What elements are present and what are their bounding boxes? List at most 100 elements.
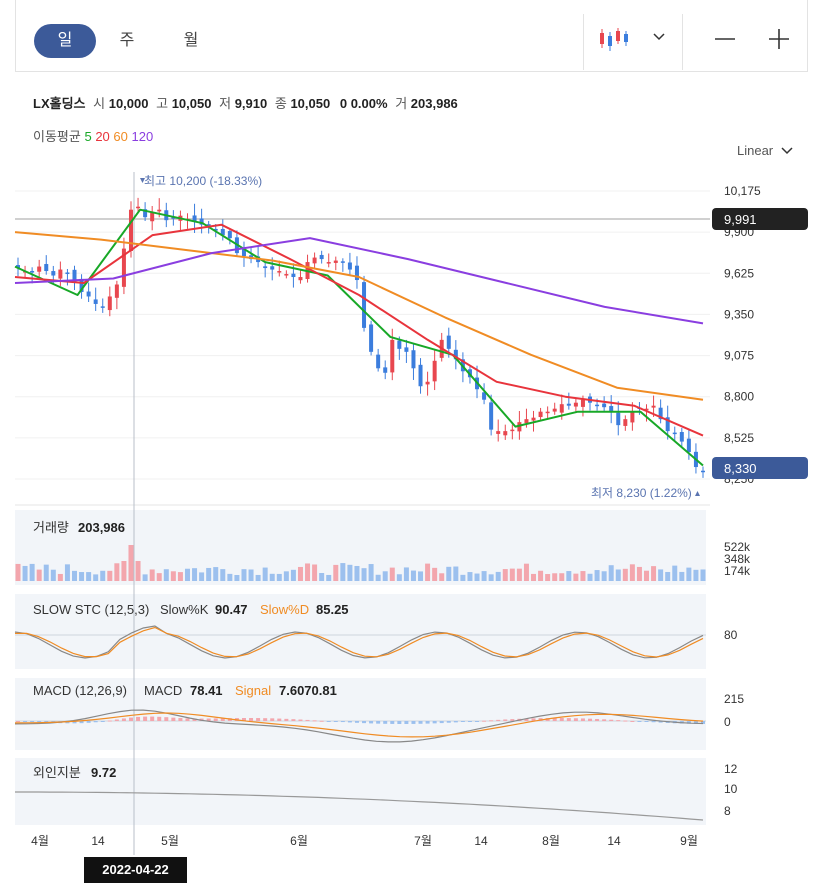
candle-body bbox=[263, 266, 268, 269]
macd-histogram-bar bbox=[609, 719, 614, 721]
volume-bar bbox=[213, 567, 219, 581]
volume-bar bbox=[64, 564, 70, 581]
volume-bar bbox=[206, 567, 212, 581]
macd-signal-value: 7.6070.81 bbox=[279, 683, 337, 698]
macd-histogram-bar bbox=[595, 718, 600, 721]
price-tick-label: 9,625 bbox=[724, 266, 754, 280]
macd-histogram-bar bbox=[249, 717, 254, 721]
volume-bar bbox=[340, 563, 346, 581]
macd-histogram-bar bbox=[114, 719, 119, 721]
foreign-tick: 10 bbox=[724, 782, 738, 796]
macd-histogram-bar bbox=[630, 720, 635, 722]
candle-body bbox=[404, 347, 409, 352]
ma120-line bbox=[14, 237, 704, 325]
candle-body bbox=[602, 403, 607, 408]
date-tick-label: 14 bbox=[474, 834, 488, 848]
candle-body bbox=[362, 282, 367, 328]
volume-bar bbox=[644, 570, 650, 581]
candle-body bbox=[340, 261, 345, 263]
volume-bar bbox=[347, 564, 353, 581]
candle-body bbox=[277, 271, 282, 273]
macd-tick: 0 bbox=[724, 715, 731, 729]
macd-histogram-bar bbox=[467, 721, 472, 722]
volume-bar bbox=[629, 564, 635, 581]
macd-histogram-bar bbox=[319, 720, 324, 722]
macd-histogram-bar bbox=[305, 719, 310, 721]
candle-body bbox=[270, 266, 275, 270]
candle-body bbox=[30, 270, 35, 273]
stock-chart[interactable]: 10,1759,9009,6259,3509,0758,8008,5258,25… bbox=[0, 0, 835, 883]
volume-bar bbox=[50, 569, 56, 581]
volume-bar bbox=[297, 566, 303, 581]
candle-body bbox=[107, 296, 112, 311]
volume-bar bbox=[43, 564, 49, 581]
foreign-panel-title: 외인지분 bbox=[33, 765, 81, 780]
candle-body bbox=[580, 399, 585, 407]
high-annotation: 최고 10,200 (-18.33%) bbox=[144, 174, 262, 188]
macd-histogram-bar bbox=[263, 718, 268, 721]
volume-bar bbox=[587, 573, 593, 581]
volume-bar bbox=[516, 568, 522, 581]
volume-bar bbox=[418, 571, 424, 581]
stc-d-label: Slow%D bbox=[260, 602, 309, 617]
macd-histogram-bar bbox=[616, 720, 621, 722]
volume-bar bbox=[15, 563, 21, 581]
candle-body bbox=[114, 284, 119, 298]
candle-body bbox=[390, 339, 395, 373]
macd-histogram-bar bbox=[121, 718, 126, 721]
price-tick-label: 9,075 bbox=[724, 349, 754, 363]
volume-bar bbox=[184, 568, 190, 581]
crosshair-price-text: 9,991 bbox=[724, 212, 757, 227]
candle-body bbox=[376, 354, 381, 369]
volume-bar bbox=[107, 570, 113, 581]
last-price-text: 8,330 bbox=[724, 461, 757, 476]
macd-histogram-bar bbox=[143, 716, 148, 721]
candle-body bbox=[418, 364, 423, 387]
candle-body bbox=[630, 411, 635, 423]
volume-bar bbox=[608, 565, 614, 581]
volume-bar bbox=[142, 574, 148, 581]
candle-body bbox=[616, 412, 621, 426]
candles-layer bbox=[16, 197, 705, 478]
candle-body bbox=[65, 272, 70, 275]
macd-histogram-bar bbox=[390, 721, 395, 724]
volume-bar bbox=[192, 568, 198, 581]
candle-body bbox=[672, 432, 677, 435]
stc-panel-title: SLOW STC (12,5,3) bbox=[33, 602, 149, 617]
candle-body bbox=[651, 405, 656, 408]
candle-body bbox=[136, 206, 141, 209]
candle-body bbox=[679, 432, 684, 442]
stc-tick: 80 bbox=[724, 628, 738, 642]
low-marker-icon bbox=[695, 491, 700, 496]
date-tick-label: 14 bbox=[91, 834, 105, 848]
volume-bar bbox=[93, 574, 99, 581]
macd-histogram-bar bbox=[460, 721, 465, 722]
volume-bar bbox=[326, 574, 332, 581]
volume-bar bbox=[177, 572, 183, 581]
volume-bar bbox=[128, 545, 134, 581]
candle-body bbox=[446, 335, 451, 349]
macd-histogram-bar bbox=[475, 721, 480, 722]
volume-panel-title: 거래량 bbox=[33, 520, 69, 535]
macd-histogram-bar bbox=[503, 719, 508, 721]
volume-bar bbox=[460, 574, 466, 581]
volume-bar bbox=[396, 574, 402, 581]
stc-k-value: 90.47 bbox=[215, 602, 248, 617]
volume-bar bbox=[241, 569, 247, 581]
candle-body bbox=[86, 291, 91, 297]
macd-histogram-bar bbox=[284, 718, 289, 721]
macd-histogram-bar bbox=[623, 720, 628, 722]
low-annotation: 최저 8,230 (1.22%) bbox=[591, 486, 692, 500]
candle-body bbox=[545, 411, 550, 414]
macd-histogram-bar bbox=[326, 721, 331, 722]
macd-histogram-bar bbox=[580, 718, 585, 721]
volume-bar bbox=[29, 563, 35, 581]
macd-tick: 215 bbox=[724, 692, 744, 706]
volume-bar bbox=[446, 566, 452, 581]
volume-bar bbox=[199, 572, 205, 581]
date-tick-label: 5월 bbox=[161, 834, 179, 848]
candle-body bbox=[383, 367, 388, 373]
macd-panel-title: MACD (12,26,9) bbox=[33, 683, 127, 698]
volume-bar bbox=[425, 563, 431, 581]
macd-histogram-bar bbox=[404, 721, 409, 724]
